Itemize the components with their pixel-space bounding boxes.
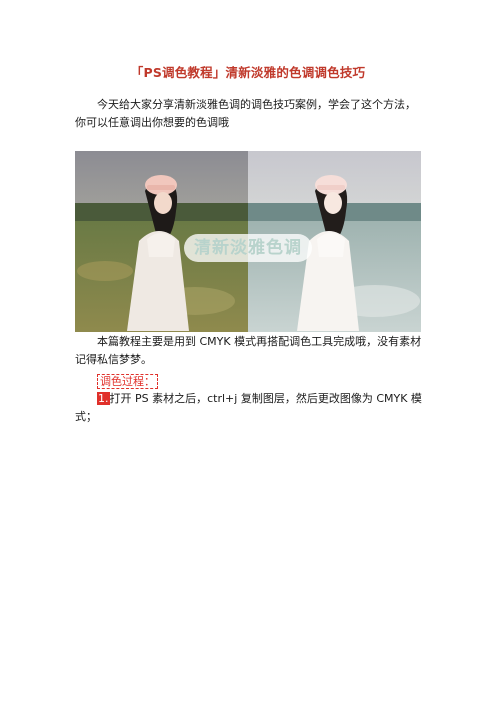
page-title: 「PS调色教程」清新淡雅的色调调色技巧 (130, 65, 366, 80)
process-heading: 调色过程： (97, 374, 158, 390)
step-1: 1.打开 PS 素材之后，ctrl+j 复制图层，然后更改图像为 CMYK 模式… (75, 390, 425, 426)
intro-paragraph: 今天给大家分享清新淡雅色调的调色技巧案例，学会了这个方法，你可以任意调出你想要的… (75, 98, 416, 129)
process-label: 调色过程： (97, 374, 158, 389)
description-paragraph: 本篇教程主要是用到 CMYK 模式再搭配调色工具完成哦，没有素材记得私信梦梦。 (75, 335, 422, 366)
comparison-photo: 清新淡雅色调 (75, 151, 421, 332)
step-1-number: 1. (97, 392, 110, 405)
step-1-text: 打开 PS 素材之后，ctrl+j 复制图层，然后更改图像为 CMYK 模式； (75, 392, 422, 423)
image-overlay-text: 清新淡雅色调 (194, 238, 302, 258)
